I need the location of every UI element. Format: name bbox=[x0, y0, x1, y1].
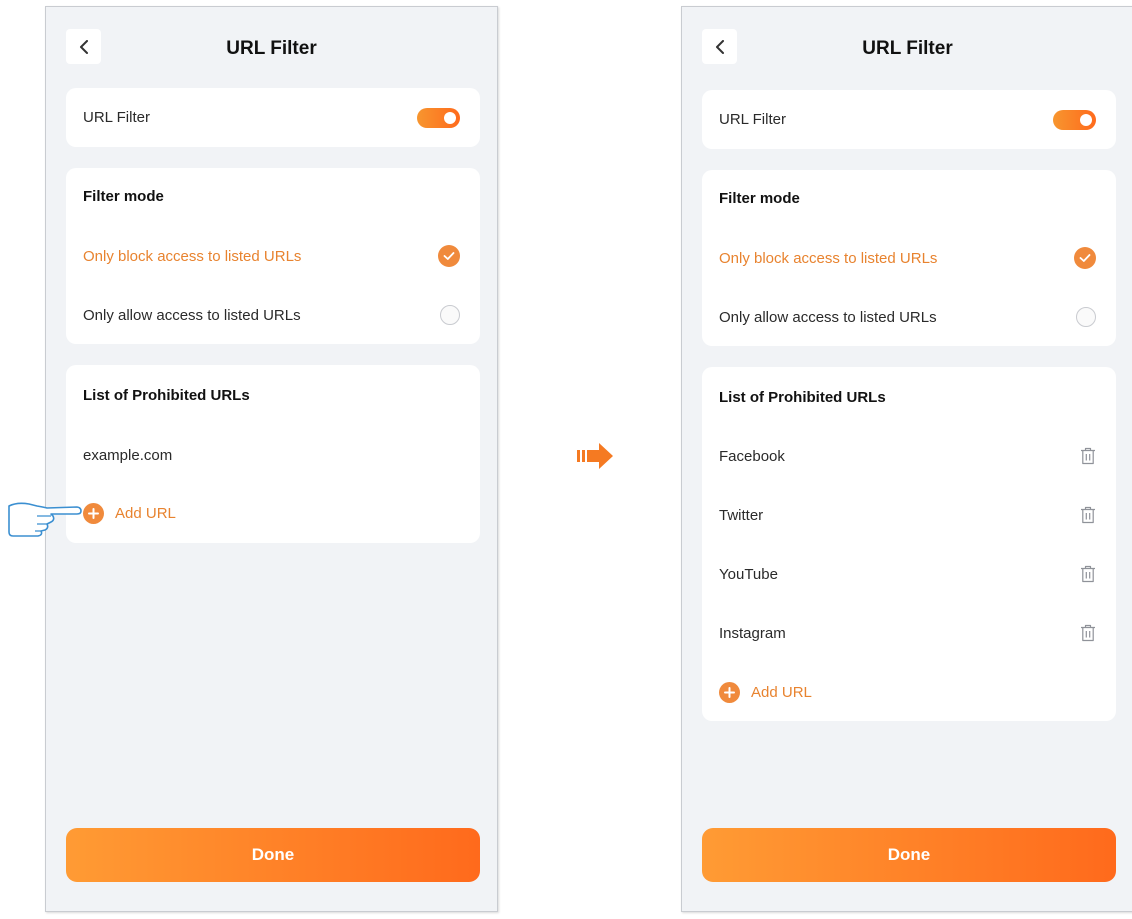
url-item-label: example.com bbox=[83, 446, 173, 464]
trash-icon[interactable] bbox=[1080, 506, 1096, 524]
url-filter-label: URL Filter bbox=[719, 111, 786, 128]
add-url-label: Add URL bbox=[751, 683, 812, 701]
option-allow-listed[interactable]: Only allow access to listed URLs bbox=[83, 303, 460, 327]
option-label: Only allow access to listed URLs bbox=[719, 308, 937, 326]
filter-mode-heading-row: Filter mode bbox=[719, 186, 1096, 210]
filter-mode-card: Filter mode Only block access to listed … bbox=[702, 170, 1116, 346]
add-url-label: Add URL bbox=[115, 504, 176, 522]
url-item-label: YouTube bbox=[719, 565, 778, 583]
arrow-right-icon bbox=[577, 443, 613, 469]
prohibited-heading-row: List of Prohibited URLs bbox=[719, 385, 1096, 409]
option-label: Only block access to listed URLs bbox=[83, 247, 302, 265]
url-item-label: Instagram bbox=[719, 624, 786, 642]
url-item-label: Facebook bbox=[719, 447, 785, 465]
radio-unchecked[interactable] bbox=[440, 305, 460, 325]
url-filter-card: URL Filter bbox=[702, 90, 1116, 149]
url-item-label: Twitter bbox=[719, 506, 764, 524]
phone-screen-before: URL Filter URL Filter Filter mode Only b… bbox=[45, 6, 498, 912]
list-item[interactable]: Facebook bbox=[719, 444, 1096, 468]
prohibited-heading-row: List of Prohibited URLs bbox=[83, 383, 460, 407]
radio-checked[interactable] bbox=[438, 245, 460, 267]
list-item[interactable]: YouTube bbox=[719, 562, 1096, 586]
prohibited-urls-card: List of Prohibited URLs example.com Add … bbox=[66, 365, 480, 543]
trash-icon[interactable] bbox=[1080, 565, 1096, 583]
option-block-listed[interactable]: Only block access to listed URLs bbox=[83, 244, 460, 268]
page-title: URL Filter bbox=[862, 38, 953, 59]
filter-mode-card: Filter mode Only block access to listed … bbox=[66, 168, 480, 344]
trash-icon[interactable] bbox=[1080, 624, 1096, 642]
option-label: Only block access to listed URLs bbox=[719, 249, 938, 267]
radio-checked[interactable] bbox=[1074, 247, 1096, 269]
url-filter-toggle[interactable] bbox=[417, 107, 460, 128]
option-allow-listed[interactable]: Only allow access to listed URLs bbox=[719, 305, 1096, 329]
prohibited-urls-heading: List of Prohibited URLs bbox=[83, 386, 250, 404]
phone-screen-after: URL Filter URL Filter Filter mode Only b… bbox=[681, 6, 1132, 912]
prohibited-urls-card: List of Prohibited URLs Facebook Twitter… bbox=[702, 367, 1116, 721]
prohibited-urls-heading: List of Prohibited URLs bbox=[719, 388, 886, 406]
done-button[interactable]: Done bbox=[66, 828, 480, 882]
done-button[interactable]: Done bbox=[702, 828, 1116, 882]
checkmark-icon bbox=[1079, 254, 1091, 262]
url-filter-card: URL Filter bbox=[66, 88, 480, 147]
option-label: Only allow access to listed URLs bbox=[83, 306, 301, 324]
filter-mode-heading-row: Filter mode bbox=[83, 184, 460, 208]
trash-icon[interactable] bbox=[1080, 447, 1096, 465]
radio-unchecked[interactable] bbox=[1076, 307, 1096, 327]
add-url-button[interactable]: Add URL bbox=[719, 680, 812, 704]
url-filter-label: URL Filter bbox=[83, 109, 150, 126]
pointing-hand-icon bbox=[8, 502, 82, 537]
checkmark-icon bbox=[443, 252, 455, 260]
url-filter-toggle[interactable] bbox=[1053, 109, 1096, 130]
option-block-listed[interactable]: Only block access to listed URLs bbox=[719, 246, 1096, 270]
filter-mode-heading: Filter mode bbox=[719, 189, 800, 207]
filter-mode-heading: Filter mode bbox=[83, 187, 164, 205]
list-item[interactable]: Twitter bbox=[719, 503, 1096, 527]
url-filter-row: URL Filter bbox=[83, 88, 460, 147]
list-item[interactable]: Instagram bbox=[719, 621, 1096, 645]
page-title: URL Filter bbox=[226, 38, 317, 59]
plus-circle-icon bbox=[719, 681, 740, 703]
add-url-button[interactable]: Add URL bbox=[83, 501, 176, 525]
list-item[interactable]: example.com bbox=[83, 443, 460, 467]
url-filter-row: URL Filter bbox=[719, 90, 1096, 149]
